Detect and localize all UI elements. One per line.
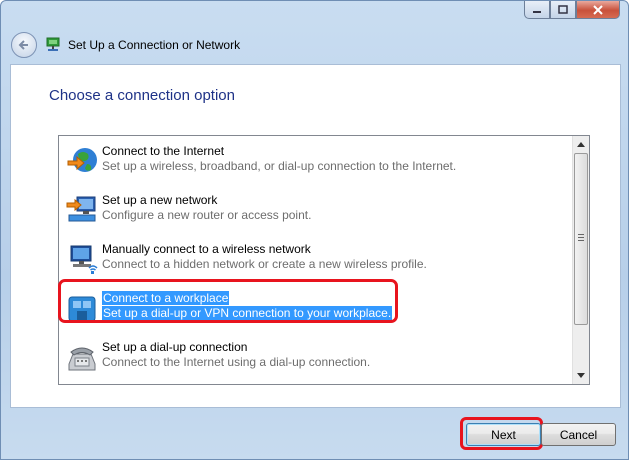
option-connect-workplace[interactable]: Connect to a workplace Set up a dial-up … [58, 279, 573, 331]
maximize-button[interactable] [550, 1, 576, 19]
new-network-icon [66, 196, 96, 222]
scrollbar-thumb[interactable] [574, 153, 588, 325]
back-button[interactable] [11, 32, 37, 58]
option-description: Configure a new router or access point. [102, 208, 312, 222]
globe-icon [67, 148, 97, 172]
window-title: Set Up a Connection or Network [68, 38, 241, 52]
option-description: Connect to a hidden network or create a … [102, 257, 427, 271]
close-button[interactable] [576, 1, 620, 19]
minimize-button[interactable] [524, 1, 550, 19]
minimize-icon [533, 10, 541, 13]
maximize-icon [558, 4, 568, 14]
content-panel: Choose a connection option Connect to th… [10, 64, 621, 408]
cancel-button[interactable]: Cancel [541, 423, 616, 446]
option-title: Connect to the Internet [102, 144, 225, 158]
dialog-window: Set Up a Connection or Network Choose a … [0, 0, 629, 460]
button-bar: Next Cancel [1, 408, 628, 460]
telephone-icon [68, 347, 96, 371]
network-icon [46, 37, 60, 51]
scroll-up-button[interactable] [573, 136, 589, 153]
option-description: Set up a wireless, broadband, or dial-up… [102, 159, 457, 173]
option-title: Set up a new network [102, 193, 218, 207]
option-description: Set up a dial-up or VPN connection to yo… [102, 306, 393, 320]
option-manual-wireless[interactable]: Manually connect to a wireless network C… [63, 238, 573, 282]
page-heading: Choose a connection option [49, 87, 235, 104]
next-button[interactable]: Next [466, 423, 541, 446]
chevron-down-icon [577, 373, 585, 378]
option-description: Connect to the Internet using a dial-up … [102, 355, 371, 369]
caption-buttons [524, 1, 620, 19]
wireless-network-icon [70, 245, 98, 274]
workplace-icon [68, 296, 96, 322]
option-title: Set up a dial-up connection [102, 340, 248, 354]
option-title: Manually connect to a wireless network [102, 242, 311, 256]
close-icon [593, 4, 603, 15]
scrollbar-grip-icon [578, 234, 584, 241]
back-arrow-icon [18, 40, 28, 50]
title-bar: Set Up a Connection or Network [11, 32, 240, 58]
option-connect-internet[interactable]: Connect to the Internet Set up a wireles… [63, 140, 573, 184]
scroll-down-button[interactable] [573, 367, 589, 384]
option-title: Connect to a workplace [102, 291, 230, 305]
vertical-scrollbar[interactable] [572, 136, 589, 384]
connection-options-list[interactable]: Connect to the Internet Set up a wireles… [58, 135, 590, 385]
option-dial-up[interactable]: Set up a dial-up connection Connect to t… [63, 336, 573, 380]
option-new-network[interactable]: Set up a new network Configure a new rou… [63, 189, 573, 233]
chevron-up-icon [577, 142, 585, 147]
